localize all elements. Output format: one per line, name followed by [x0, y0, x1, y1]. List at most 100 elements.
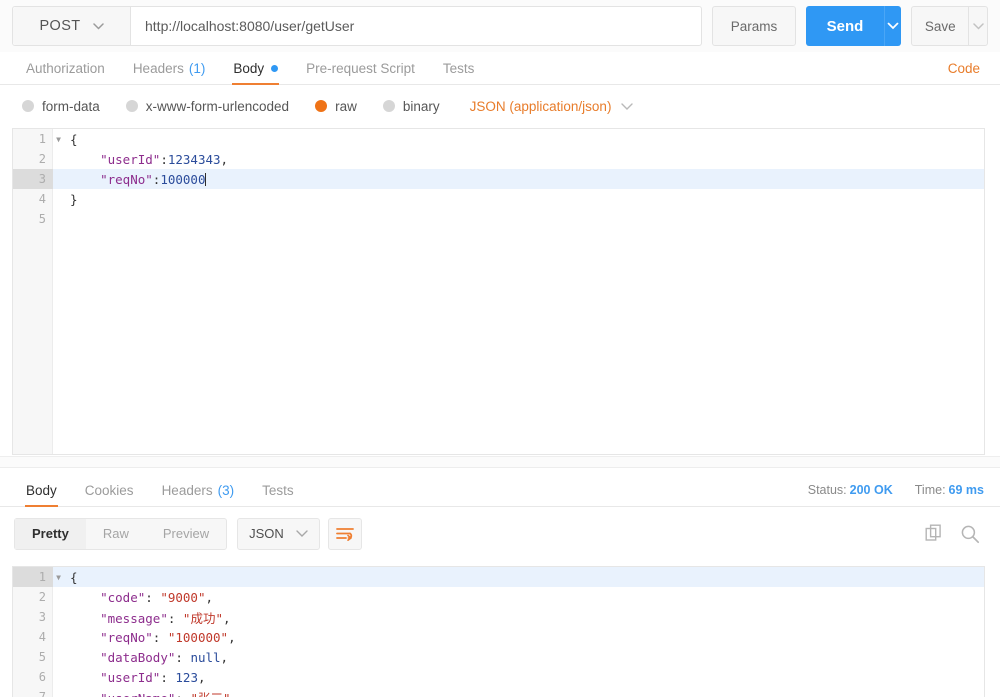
chevron-down-icon	[621, 102, 634, 110]
body-type-urlencoded[interactable]: x-www-form-urlencoded	[125, 98, 290, 114]
request-body-editor[interactable]: 1 ▼ { 2 "userId":1234343, 3 "reqNo":1000…	[12, 128, 985, 455]
search-button[interactable]	[960, 524, 980, 544]
tab-body[interactable]: Body	[219, 52, 292, 85]
response-actions	[925, 524, 986, 544]
response-tab-tests[interactable]: Tests	[248, 474, 308, 506]
line-number: 5	[38, 212, 46, 226]
word-wrap-icon	[335, 527, 354, 541]
save-button[interactable]: Save	[912, 7, 968, 45]
send-label: Send	[826, 17, 864, 35]
time-value: 69 ms	[948, 482, 984, 497]
code-line-active[interactable]: 3 "reqNo":100000	[13, 169, 984, 189]
http-method-label: POST	[39, 18, 81, 34]
line-number: 4	[38, 192, 46, 206]
body-type-binary[interactable]: binary	[382, 98, 440, 114]
tab-headers[interactable]: Headers (1)	[119, 52, 220, 84]
response-view-switch: Pretty Raw Preview	[14, 517, 228, 550]
body-type-raw[interactable]: raw	[315, 99, 357, 114]
tab-label: Headers	[161, 482, 213, 498]
http-method-select[interactable]: POST	[13, 7, 131, 45]
chevron-down-icon	[887, 22, 899, 30]
code-line[interactable]: 2 "userId":1234343,	[13, 149, 984, 169]
fold-toggle-icon[interactable]: ▼	[56, 129, 61, 149]
radio-icon	[382, 100, 395, 112]
tab-tests[interactable]: Tests	[429, 52, 489, 84]
save-label: Save	[924, 18, 956, 34]
view-pretty[interactable]: Pretty	[15, 518, 86, 549]
line-number: 2	[38, 590, 46, 604]
request-url-bar: POST Params Send Save	[0, 0, 1000, 52]
code-text: "reqNo":100000	[100, 171, 207, 187]
body-type-label: binary	[402, 98, 440, 114]
response-tab-bar: Body Cookies Headers (3) Tests Status: 20…	[0, 473, 1000, 507]
response-tab-cookies[interactable]: Cookies	[71, 474, 148, 506]
tab-label: Pre-request Script	[306, 60, 415, 76]
save-options-button[interactable]	[968, 7, 987, 45]
params-button[interactable]: Params	[712, 6, 796, 46]
view-preview[interactable]: Preview	[146, 519, 226, 549]
code-text: "userId":1234343,	[100, 151, 229, 167]
tab-label: Headers	[132, 60, 184, 76]
code-line[interactable]: 5 "dataBody": null,	[13, 647, 984, 667]
time-badge: Time: 69 ms	[915, 483, 984, 497]
send-options-button[interactable]	[884, 6, 902, 46]
tab-authorization[interactable]: Authorization	[12, 52, 119, 84]
code-line[interactable]: 6 "userId": 123,	[13, 667, 984, 687]
radio-selected-icon	[315, 100, 328, 112]
code-line[interactable]: 2 "code": "9000",	[13, 587, 984, 607]
body-type-row: form-data x-www-form-urlencoded raw bina…	[0, 85, 1000, 127]
tab-label: Tests	[442, 60, 475, 76]
code-line-active[interactable]: 1 ▼ {	[13, 567, 984, 587]
code-link[interactable]: Code	[948, 52, 988, 84]
tab-label: Cookies	[84, 482, 134, 498]
code-line[interactable]: 4 "reqNo": "100000",	[13, 627, 984, 647]
response-toolbar: Pretty Raw Preview JSON	[0, 507, 1000, 560]
fold-toggle-icon[interactable]: ▼	[56, 567, 61, 587]
response-format-label: JSON	[249, 526, 284, 541]
body-modified-dot-icon	[271, 64, 279, 72]
body-type-label: x-www-form-urlencoded	[145, 98, 290, 114]
status-badge: Status: 200 OK	[808, 483, 893, 497]
view-label: Preview	[162, 526, 210, 541]
tab-label: Body	[26, 482, 57, 498]
view-label: Raw	[102, 526, 129, 541]
text-cursor	[205, 172, 207, 186]
request-tab-bar: Authorization Headers (1) Body Pre-reque…	[0, 52, 1000, 85]
code-line[interactable]: 7 "userName": "张三"	[13, 687, 984, 697]
code-line[interactable]: 4 }	[13, 189, 984, 209]
tab-count: (3)	[217, 482, 235, 498]
code-text: "code": "9000",	[100, 589, 214, 605]
tab-pre-request-script[interactable]: Pre-request Script	[292, 52, 429, 84]
response-body-editor[interactable]: 1 ▼ { 2 "code": "9000", 3 "message": "成功…	[12, 566, 985, 697]
code-text: "userName": "张三"	[53, 688, 230, 697]
method-url-group: POST	[12, 6, 702, 46]
code-line[interactable]: 3 "message": "成功",	[13, 607, 984, 627]
view-raw[interactable]: Raw	[86, 519, 146, 549]
save-button-group: Save	[911, 6, 988, 46]
word-wrap-button[interactable]	[327, 517, 362, 550]
time-label: Time:	[914, 482, 946, 497]
body-format-label: JSON (application/json)	[469, 98, 612, 114]
code-line[interactable]: 1 ▼ {	[13, 129, 984, 149]
response-tab-headers[interactable]: Headers (3)	[148, 474, 249, 506]
body-type-form-data[interactable]: form-data	[22, 99, 100, 114]
code-line[interactable]: 5	[13, 209, 984, 229]
body-format-select[interactable]: JSON (application/json)	[470, 99, 634, 114]
code-text: }	[70, 191, 78, 207]
view-label: Pretty	[32, 526, 69, 541]
response-format-select[interactable]: JSON	[237, 517, 320, 550]
copy-button[interactable]	[925, 524, 944, 543]
tab-count: (1)	[188, 60, 206, 76]
request-url-input[interactable]	[131, 7, 701, 45]
tab-label: Authorization	[26, 60, 105, 76]
send-button-group: Send	[806, 6, 902, 46]
chevron-down-icon	[296, 530, 308, 537]
response-tab-body[interactable]: Body	[12, 474, 71, 507]
send-button[interactable]: Send	[806, 6, 884, 46]
line-number: 3	[13, 169, 53, 189]
panel-splitter[interactable]	[0, 456, 1000, 468]
radio-icon	[125, 100, 138, 112]
postman-window: POST Params Send Save	[0, 0, 1000, 697]
params-label: Params	[730, 18, 778, 34]
body-type-label: form-data	[42, 98, 100, 114]
